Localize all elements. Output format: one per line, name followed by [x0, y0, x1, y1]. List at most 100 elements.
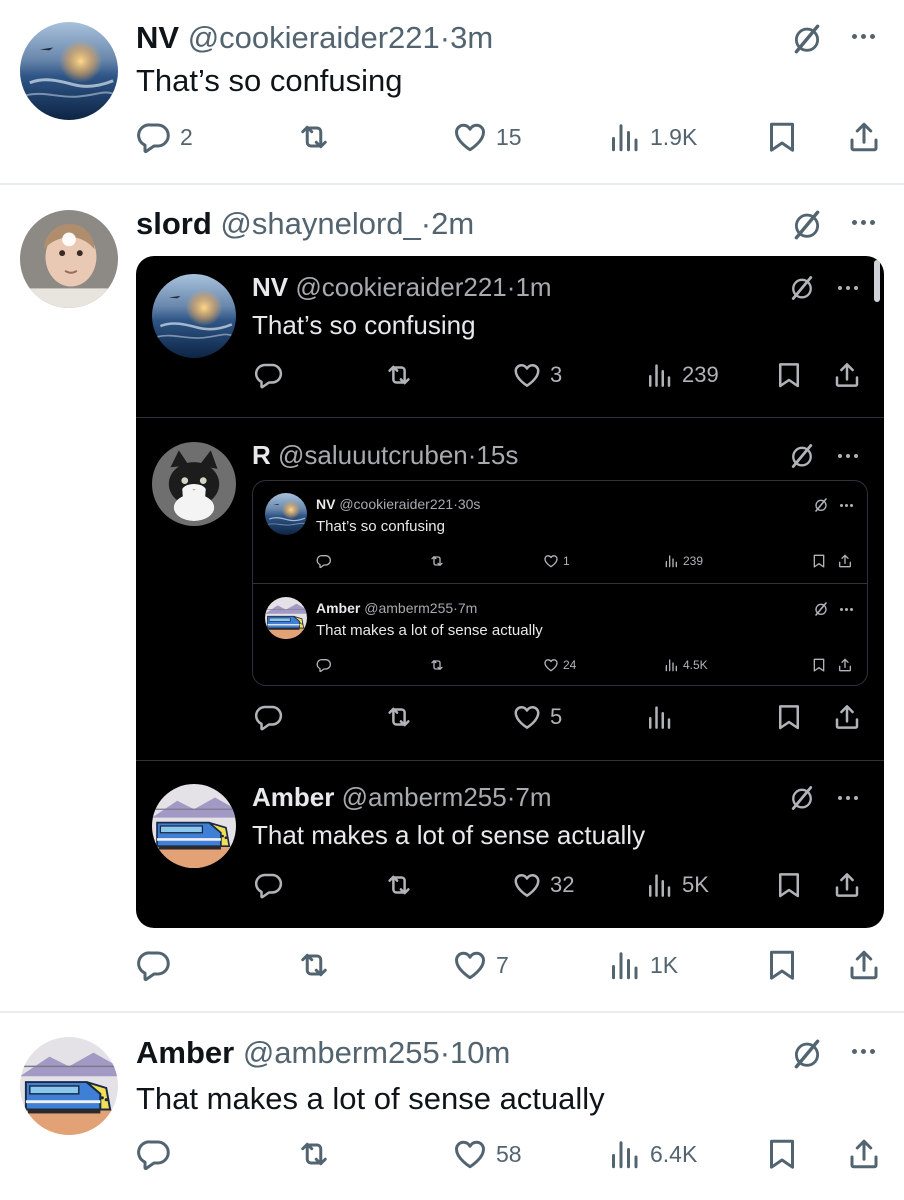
- handle[interactable]: @cookieraider221: [188, 20, 440, 55]
- display-name[interactable]: NV: [136, 20, 179, 55]
- like-button: 1: [543, 553, 570, 569]
- tweet[interactable]: NV @cookieraider221·3m That’s so confusi…: [0, 0, 904, 184]
- repost-icon: [296, 119, 332, 155]
- reply-button[interactable]: [136, 947, 180, 983]
- repost-icon: [384, 870, 414, 900]
- views-icon: [663, 657, 679, 673]
- views-button: 5K: [644, 870, 709, 900]
- more-icon: [840, 608, 853, 611]
- timestamp: 7m: [457, 600, 478, 616]
- handle: @amberm255: [341, 782, 507, 812]
- like-count: 1: [563, 554, 570, 568]
- views-button[interactable]: 6.4K: [606, 1136, 697, 1172]
- timestamp[interactable]: 2m: [431, 206, 474, 241]
- share-icon: [846, 1136, 882, 1172]
- handle[interactable]: @amberm255: [243, 1035, 440, 1070]
- timestamp: 15s: [476, 440, 519, 470]
- avatar: [152, 784, 236, 868]
- views-icon: [644, 702, 674, 732]
- grok-icon: [788, 442, 816, 475]
- share-button: [837, 657, 853, 673]
- tweet-header: Amber @amberm255·7m: [316, 601, 477, 615]
- reply-button: [254, 360, 292, 390]
- timestamp[interactable]: 3m: [450, 20, 493, 55]
- handle[interactable]: @shaynelord_: [220, 206, 420, 241]
- share-button[interactable]: [846, 119, 882, 155]
- avatar: [265, 493, 307, 535]
- repost-button: [384, 360, 422, 390]
- share-icon: [832, 702, 862, 732]
- share-button: [832, 702, 862, 732]
- like-button: 3: [512, 360, 562, 390]
- avatar[interactable]: [20, 22, 118, 120]
- avatar[interactable]: [20, 210, 118, 308]
- views-button: 239: [663, 553, 703, 569]
- more-icon: [838, 286, 858, 290]
- grok-icon: [813, 497, 829, 518]
- view-count: 6.4K: [650, 1140, 698, 1167]
- like-count: 3: [550, 362, 563, 387]
- reply-button: [254, 702, 292, 732]
- avatar[interactable]: [20, 1037, 118, 1135]
- bookmark-button[interactable]: [764, 119, 800, 155]
- repost-button[interactable]: [296, 1136, 340, 1172]
- grok-icon: [813, 601, 829, 622]
- heart-icon: [512, 360, 542, 390]
- timestamp[interactable]: 10m: [450, 1035, 510, 1070]
- heart-icon: [543, 657, 559, 673]
- like-count: 32: [550, 872, 575, 897]
- more-icon[interactable]: [852, 1049, 875, 1054]
- reply-button[interactable]: 2: [136, 119, 193, 155]
- share-button[interactable]: [846, 947, 882, 983]
- view-count: 239: [682, 362, 719, 387]
- tweet-header: R @saluuutcruben·15s: [252, 442, 518, 468]
- tweet-header: NV @cookieraider221·3m: [136, 22, 493, 53]
- repost-icon: [296, 947, 332, 983]
- repost-button[interactable]: [296, 119, 340, 155]
- like-button[interactable]: 15: [452, 119, 522, 155]
- tweet-header: NV @cookieraider221·1m: [252, 274, 552, 300]
- like-count: 5: [550, 704, 563, 729]
- tweet[interactable]: Amber @amberm255·10m That makes a lot of…: [0, 1013, 904, 1200]
- reply-button[interactable]: [136, 1136, 180, 1172]
- views-button[interactable]: 1.9K: [606, 119, 697, 155]
- more-icon[interactable]: [852, 34, 875, 39]
- scrollbar: [874, 260, 880, 302]
- grok-icon[interactable]: [790, 1037, 824, 1076]
- like-button: 24: [543, 657, 576, 673]
- tweet-text: That makes a lot of sense actually: [316, 622, 543, 639]
- display-name: R: [252, 440, 271, 470]
- like-button[interactable]: 58: [452, 1136, 522, 1172]
- grok-icon[interactable]: [790, 22, 824, 61]
- more-icon[interactable]: [852, 220, 875, 225]
- share-icon: [846, 119, 882, 155]
- display-name[interactable]: Amber: [136, 1035, 234, 1070]
- bookmark-button: [811, 657, 827, 673]
- reply-icon: [254, 702, 284, 732]
- display-name[interactable]: slord: [136, 206, 212, 241]
- share-icon: [837, 657, 853, 673]
- repost-button[interactable]: [296, 947, 340, 983]
- separator-dot: ·: [420, 206, 432, 241]
- views-icon: [606, 119, 642, 155]
- repost-icon: [384, 360, 414, 390]
- views-button: 4.5K: [663, 657, 708, 673]
- bookmark-icon: [774, 870, 804, 900]
- bookmark-icon: [811, 657, 827, 673]
- avatar: [265, 597, 307, 639]
- bookmark-icon: [774, 702, 804, 732]
- repost-button: [384, 870, 422, 900]
- heart-icon: [452, 1136, 488, 1172]
- bookmark-button[interactable]: [764, 947, 800, 983]
- embedded-screenshot[interactable]: NV @cookieraider221·1m That’s so confusi…: [136, 256, 884, 928]
- like-button[interactable]: 7: [452, 947, 509, 983]
- views-button: 239: [644, 360, 719, 390]
- share-button[interactable]: [846, 1136, 882, 1172]
- grok-icon[interactable]: [790, 208, 824, 247]
- more-icon: [838, 796, 858, 800]
- views-button[interactable]: 1K: [606, 947, 678, 983]
- reply-icon: [136, 947, 172, 983]
- view-count: 239: [683, 554, 704, 568]
- bookmark-button[interactable]: [764, 1136, 800, 1172]
- timestamp: 30s: [457, 496, 481, 512]
